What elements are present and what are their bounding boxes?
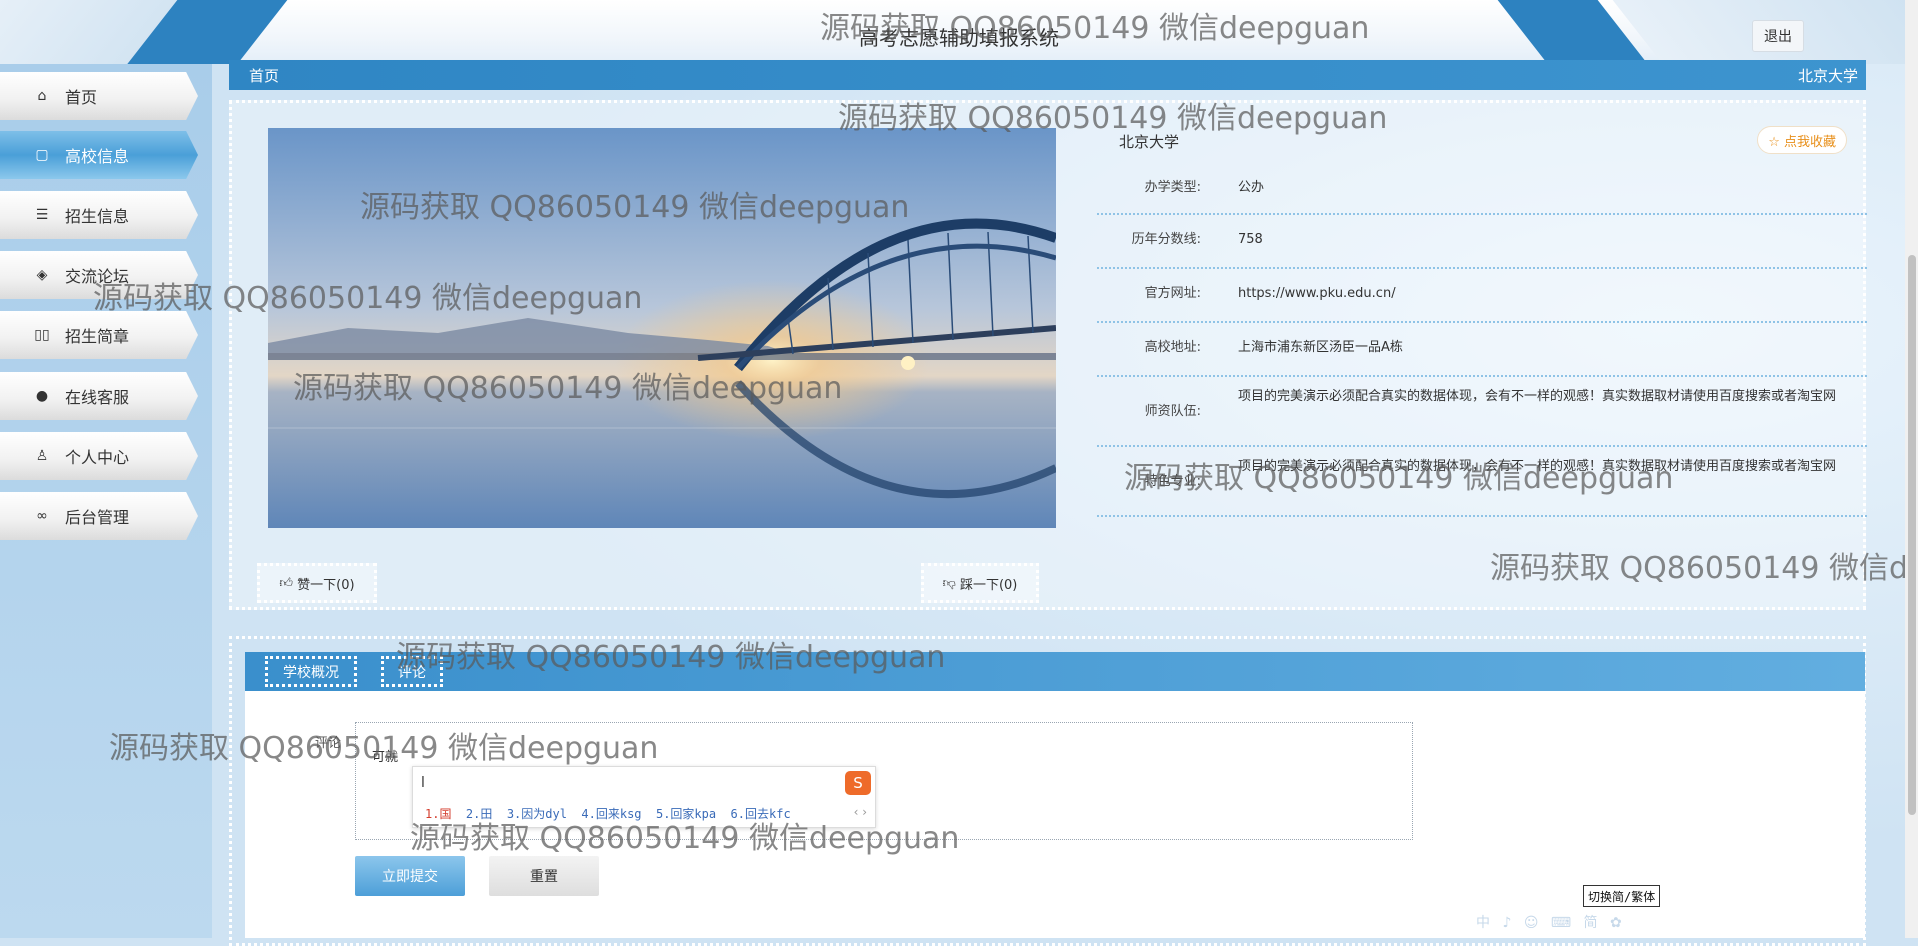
logout-button[interactable]: 退出 <box>1752 20 1804 52</box>
ime-candidate[interactable]: 6.回去kfc <box>731 807 791 821</box>
ime-candidate[interactable]: 4.回来ksg <box>581 807 641 821</box>
scrollbar-thumb[interactable] <box>1908 255 1916 815</box>
info-header: 北京大学 ☆ 点我收藏 <box>1097 123 1867 163</box>
sidebar-item[interactable]: ☰ 招生信息 <box>0 191 198 239</box>
info-value: 项目的完美演示必须配合真实的数据体现，会有不一样的观感！真实数据取材请使用百度搜… <box>1238 459 1837 474</box>
thumbs-down-icon: 👎︎ <box>942 575 956 591</box>
university-info: 北京大学 ☆ 点我收藏 办学类型: 公办 历年分数线: 758 官方网址: ht… <box>1097 123 1867 517</box>
ime-candidates: 1.国 2.田 3.因为dyl 4.回来ksg 5.回家kpa 6.回去kfc <box>425 805 791 822</box>
info-label: 特色专业: <box>1144 474 1201 489</box>
ime-candidate[interactable]: 3.因为dyl <box>507 807 567 821</box>
info-value: 公办 <box>1238 180 1265 195</box>
tab-bar: 学校概况 评论 <box>245 652 1865 691</box>
ime-candidate[interactable]: 2.田 <box>466 807 492 821</box>
ime-input: l <box>421 775 425 791</box>
info-value: 758 <box>1238 232 1263 247</box>
info-row-type: 办学类型: 公办 <box>1097 163 1867 215</box>
breadcrumb-home[interactable]: 首页 <box>249 65 279 86</box>
university-image <box>268 128 1056 528</box>
sidebar-item[interactable]: ● 在线客服 <box>0 372 198 420</box>
user-icon: ♙ <box>35 448 49 464</box>
reset-button[interactable]: 重置 <box>489 856 599 896</box>
tab-overview[interactable]: 学校概况 <box>265 656 357 687</box>
info-row-score: 历年分数线: 758 <box>1097 215 1867 269</box>
ime-candidate[interactable]: 5.回家kpa <box>656 807 716 821</box>
breadcrumb: 首页 北京大学 <box>229 60 1866 90</box>
info-row-website: 官方网址: https://www.pku.edu.cn/ <box>1097 269 1867 323</box>
sliders-icon: ☰ <box>35 207 49 223</box>
like-button[interactable]: 👍︎ 赞一下(0) <box>257 563 377 603</box>
sidebar-item[interactable]: ♙ 个人中心 <box>0 432 198 480</box>
sidebar-item[interactable]: ▢ 高校信息 <box>0 131 198 179</box>
sidebar-item-label: 交流论坛 <box>65 267 130 286</box>
comment-label: 评论 <box>315 736 342 751</box>
sidebar-item[interactable]: ▯▯ 招生简章 <box>0 311 198 359</box>
layers-icon: ◈ <box>36 267 48 283</box>
chat-icon: ● <box>35 388 49 404</box>
info-value: 项目的完美演示必须配合真实的数据体现，会有不一样的观感！真实数据取材请使用百度搜… <box>1238 389 1837 404</box>
sidebar-item-label: 招生简章 <box>65 327 130 346</box>
info-value[interactable]: https://www.pku.edu.cn/ <box>1238 282 1848 306</box>
info-row-faculty: 师资队伍: 项目的完美演示必须配合真实的数据体现，会有不一样的观感！真实数据取材… <box>1097 377 1867 447</box>
info-value: 上海市浦东新区汤臣一品A栋 <box>1238 340 1403 355</box>
ime-page-nav[interactable]: ‹ › <box>854 805 867 819</box>
comment-text: 可就 <box>372 750 399 765</box>
info-row-address: 高校地址: 上海市浦东新区汤臣一品A栋 <box>1097 323 1867 377</box>
sidebar-item-label: 后台管理 <box>65 508 130 527</box>
breadcrumb-current: 北京大学 <box>1797 67 1858 85</box>
info-label: 高校地址: <box>1144 340 1201 355</box>
sidebar-item[interactable]: ◈ 交流论坛 <box>0 251 198 299</box>
university-name: 北京大学 <box>1119 133 1180 151</box>
dislike-label: 踩一下(0) <box>959 577 1018 593</box>
switch-script-button[interactable]: 切换简/繁体 <box>1583 885 1661 907</box>
favorite-button[interactable]: ☆ 点我收藏 <box>1757 126 1847 154</box>
sidebar-item-label: 高校信息 <box>65 147 130 166</box>
ime-candidate[interactable]: 1.国 <box>425 807 451 821</box>
link-icon: ∞ <box>36 508 48 524</box>
sidebar-item-label: 个人中心 <box>65 448 130 467</box>
info-label: 师资队伍: <box>1144 404 1201 419</box>
sidebar-item[interactable]: ⌂ 首页 <box>0 72 198 120</box>
dislike-button[interactable]: 👎︎ 踩一下(0) <box>921 563 1039 603</box>
site-title: 高考志愿辅助填报系统 <box>859 26 1059 50</box>
top-header: 高考志愿辅助填报系统 退出 <box>0 0 1918 64</box>
ime-toolbar[interactable]: 中 ♪ ☺ ⌨ 简 ✿ <box>1476 912 1626 932</box>
info-row-majors: 特色专业: 项目的完美演示必须配合真实的数据体现，会有不一样的观感！真实数据取材… <box>1097 447 1867 517</box>
ime-logo-icon[interactable]: S <box>845 771 871 795</box>
info-label: 历年分数线: <box>1131 232 1201 247</box>
info-label: 官方网址: <box>1144 286 1201 301</box>
book-icon: ▯▯ <box>34 327 50 343</box>
sidebar-item-label: 在线客服 <box>65 388 130 407</box>
sidebar-item-label: 首页 <box>65 88 98 107</box>
info-label: 办学类型: <box>1144 180 1201 195</box>
home-icon: ⌂ <box>37 88 47 104</box>
like-label: 赞一下(0) <box>297 577 355 593</box>
ime-candidate-window: l S 1.国 2.田 3.因为dyl 4.回来ksg 5.回家kpa 6.回去… <box>412 766 876 828</box>
document-icon: ▢ <box>35 147 49 163</box>
sidebar-item[interactable]: ∞ 后台管理 <box>0 492 198 540</box>
thumbs-up-icon: 👍︎ <box>279 575 294 591</box>
submit-button[interactable]: 立即提交 <box>355 856 465 896</box>
sidebar-item-label: 招生信息 <box>65 207 130 226</box>
tab-comments[interactable]: 评论 <box>381 656 443 687</box>
